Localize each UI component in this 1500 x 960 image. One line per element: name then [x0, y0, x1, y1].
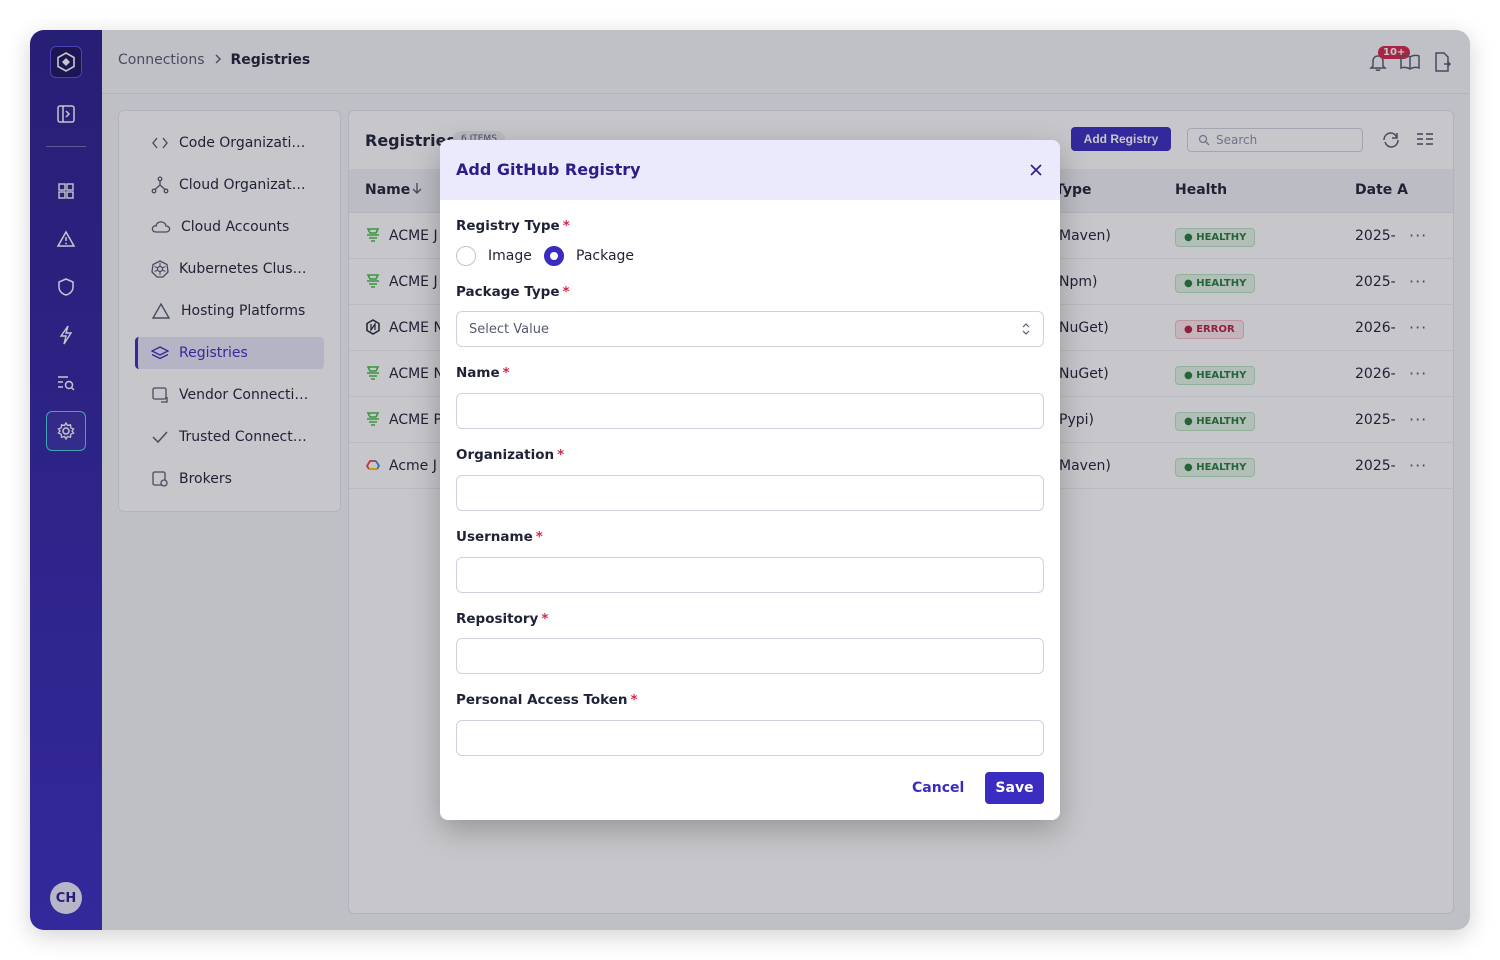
package-type-placeholder: Select Value: [469, 321, 549, 337]
modal-title: Add GitHub Registry: [456, 160, 641, 179]
radio-image-button[interactable]: [456, 246, 476, 266]
save-button[interactable]: Save: [985, 772, 1044, 804]
add-github-registry-modal: Add GitHub Registry Registry Type * Image…: [440, 140, 1060, 820]
radio-package[interactable]: Package: [544, 246, 634, 266]
radio-package-button[interactable]: [544, 246, 564, 266]
package-type-select[interactable]: Select Value: [456, 311, 1044, 347]
radio-image-label: Image: [488, 248, 532, 264]
organization-label: Organization *: [456, 447, 565, 463]
app-window: CH Connections Registries 10+ Code Organ…: [30, 30, 1470, 930]
name-label: Name *: [456, 365, 510, 381]
repository-label: Repository *: [456, 611, 549, 627]
repository-input[interactable]: [456, 638, 1044, 674]
radio-image[interactable]: Image: [456, 246, 532, 266]
package-type-label: Package Type *: [456, 284, 570, 300]
name-input[interactable]: [456, 393, 1044, 429]
chevron-updown-icon: [1021, 321, 1031, 341]
registry-type-label: Registry Type *: [456, 218, 570, 234]
username-label: Username *: [456, 529, 543, 545]
radio-package-label: Package: [576, 248, 635, 264]
close-icon[interactable]: [1026, 160, 1046, 180]
modal-header: Add GitHub Registry: [440, 140, 1060, 200]
cancel-button[interactable]: Cancel: [902, 772, 974, 804]
token-input[interactable]: [456, 720, 1044, 756]
token-label: Personal Access Token *: [456, 692, 638, 708]
username-input[interactable]: [456, 557, 1044, 593]
organization-input[interactable]: [456, 475, 1044, 511]
